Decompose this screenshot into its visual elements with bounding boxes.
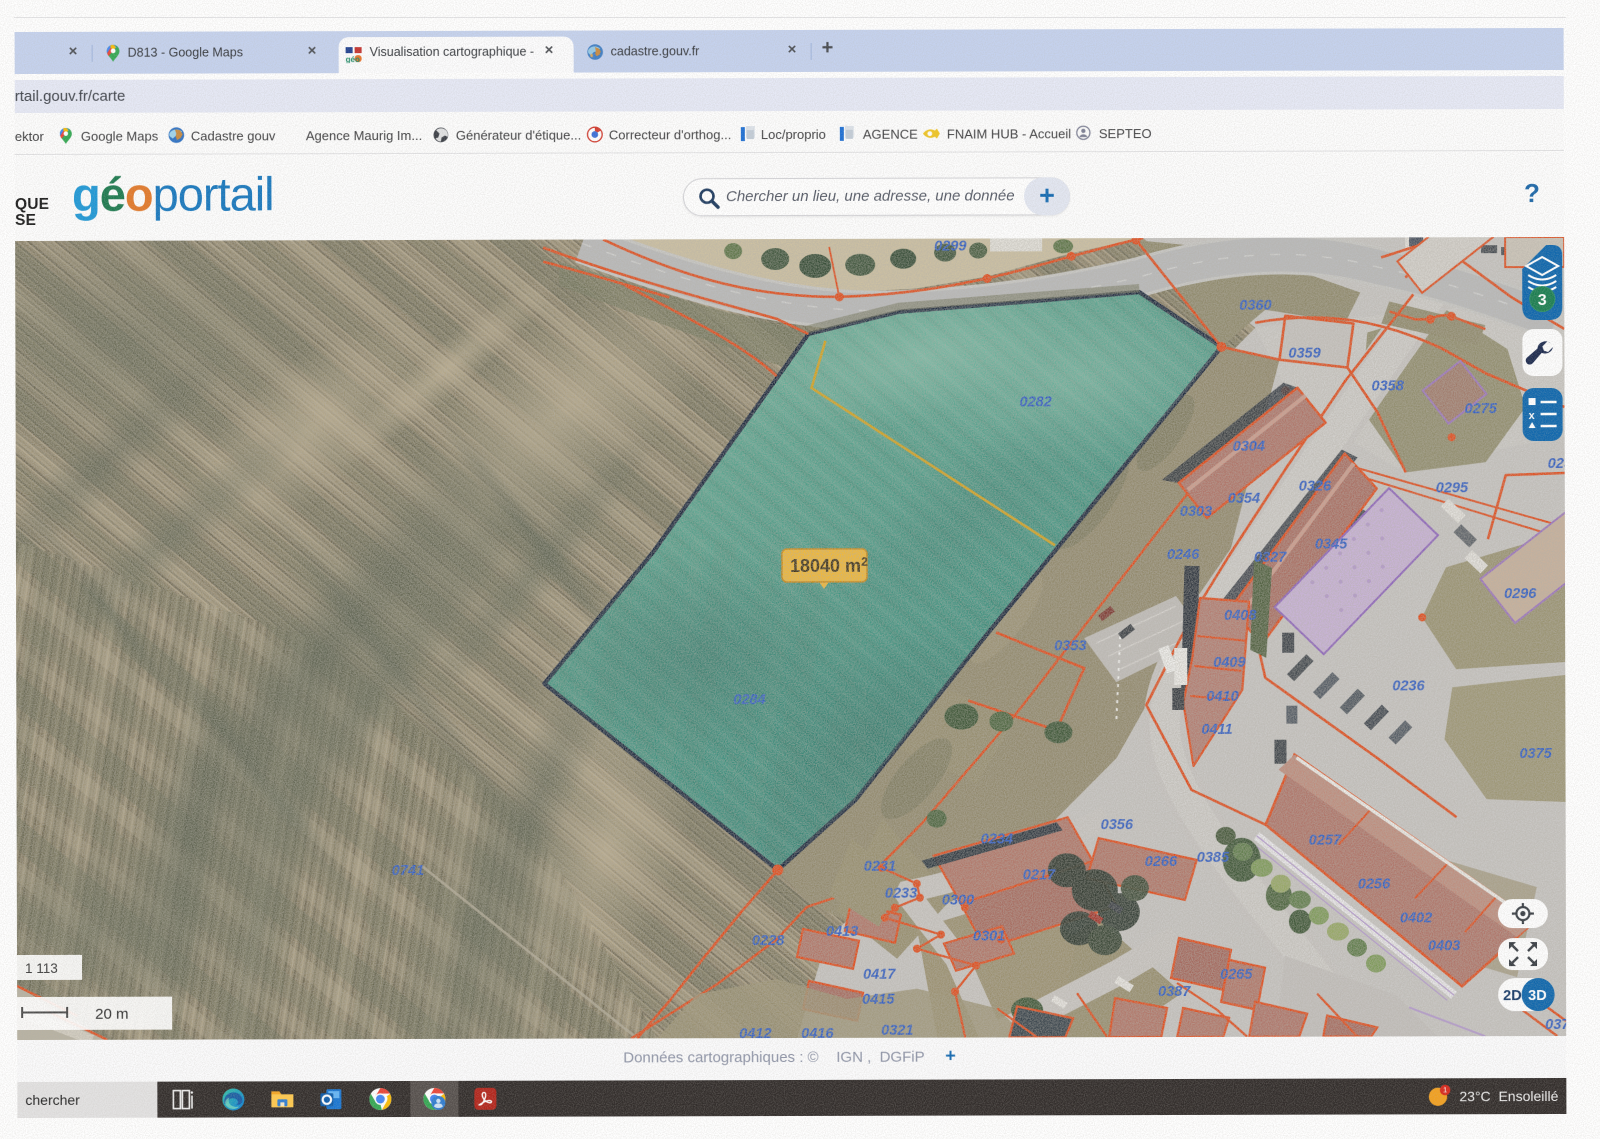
svg-text:1: 1 <box>1443 1086 1447 1095</box>
svg-text:3: 3 <box>1538 292 1547 309</box>
svg-text:20 m: 20 m <box>95 1006 128 1023</box>
svg-text:3D: 3D <box>1528 988 1547 1004</box>
svg-text:x: x <box>1529 410 1536 422</box>
svg-text:1 113: 1 113 <box>25 961 58 976</box>
svg-text:2D: 2D <box>1503 988 1522 1004</box>
svg-text:géo: géo <box>346 55 360 63</box>
